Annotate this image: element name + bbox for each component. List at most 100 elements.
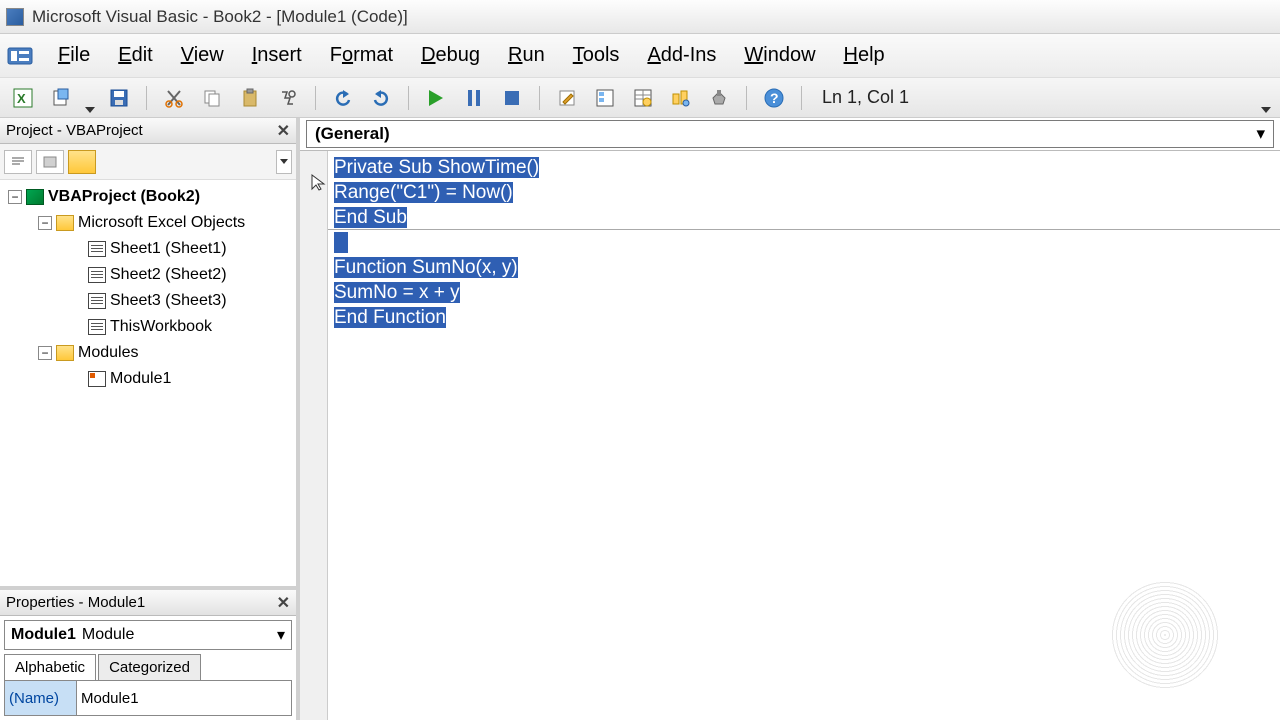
code-line: Function SumNo(x, y) <box>334 257 518 278</box>
combo-value: (General) <box>315 124 390 144</box>
properties-grid[interactable]: (Name) Module1 <box>4 680 292 716</box>
svg-text:X: X <box>17 91 26 106</box>
properties-obj-name: Module1 <box>11 626 76 644</box>
menu-format[interactable]: Format <box>316 40 407 71</box>
insert-dropdown[interactable] <box>84 83 96 113</box>
menu-insert[interactable]: Insert <box>238 40 316 71</box>
tab-alphabetic[interactable]: Alphabetic <box>4 654 96 680</box>
project-explorer-button[interactable] <box>590 83 620 113</box>
toggle-folders-button[interactable] <box>68 150 96 174</box>
procedure-separator <box>328 229 1280 230</box>
sheet-icon <box>88 267 106 283</box>
tree-module1[interactable]: Module1 <box>2 366 294 392</box>
view-object-button[interactable] <box>36 150 64 174</box>
code-gutter[interactable] <box>300 151 328 720</box>
menu-view[interactable]: View <box>167 40 238 71</box>
tree-thisworkbook[interactable]: ThisWorkbook <box>2 314 294 340</box>
menu-file[interactable]: File <box>44 40 104 71</box>
insert-button[interactable] <box>46 83 76 113</box>
module-icon <box>88 371 106 387</box>
svg-text:?: ? <box>770 90 779 106</box>
tree-excel-objects[interactable]: − Microsoft Excel Objects <box>2 210 294 236</box>
properties-pane-title: Properties - Module1 ✕ <box>0 590 296 616</box>
tree-sheet1[interactable]: Sheet1 (Sheet1) <box>2 236 294 262</box>
object-combo[interactable]: (General) ▾ <box>306 120 1274 148</box>
design-mode-button[interactable] <box>552 83 582 113</box>
separator <box>315 86 316 110</box>
help-button[interactable]: ? <box>759 83 789 113</box>
copy-button[interactable] <box>197 83 227 113</box>
tree-item-label: Module1 <box>110 370 171 388</box>
separator <box>146 86 147 110</box>
tree-item-label: Sheet1 (Sheet1) <box>110 240 227 258</box>
code-line: Range("C1") = Now() <box>334 182 513 203</box>
main-area: Project - VBAProject ✕ − VBAProject (Boo… <box>0 118 1280 720</box>
cursor-position: Ln 1, Col 1 <box>814 87 917 108</box>
sheet-icon <box>88 241 106 257</box>
properties-pane: Properties - Module1 ✕ Module1 Module ▾ … <box>0 586 296 720</box>
reset-button[interactable] <box>497 83 527 113</box>
menubar: File Edit View Insert Format Debug Run T… <box>0 34 1280 78</box>
tree-root[interactable]: − VBAProject (Book2) <box>2 184 294 210</box>
titlebar: Microsoft Visual Basic - Book2 - [Module… <box>0 0 1280 34</box>
property-value-cell[interactable]: Module1 <box>77 681 291 715</box>
left-panel: Project - VBAProject ✕ − VBAProject (Boo… <box>0 118 300 720</box>
menu-tools[interactable]: Tools <box>559 40 634 71</box>
folder-icon <box>56 345 74 361</box>
code-line: Private Sub ShowTime() <box>334 157 539 178</box>
collapse-icon[interactable]: − <box>38 216 52 230</box>
paste-button[interactable] <box>235 83 265 113</box>
toolbar-options-dropdown[interactable] <box>1260 83 1272 113</box>
workbook-icon <box>88 319 106 335</box>
menu-edit[interactable]: Edit <box>104 40 166 71</box>
tree-modules[interactable]: − Modules <box>2 340 294 366</box>
window-title: Microsoft Visual Basic - Book2 - [Module… <box>32 7 408 27</box>
properties-window-button[interactable] <box>628 83 658 113</box>
menu-addins[interactable]: Add-Ins <box>633 40 730 71</box>
project-pane-close-button[interactable]: ✕ <box>277 121 290 141</box>
dropdown-icon: ▾ <box>277 625 285 645</box>
collapse-icon[interactable]: − <box>38 346 52 360</box>
folder-icon <box>56 215 74 231</box>
properties-pane-close-button[interactable]: ✕ <box>277 593 290 613</box>
save-button[interactable] <box>104 83 134 113</box>
cut-button[interactable] <box>159 83 189 113</box>
menu-window[interactable]: Window <box>730 40 829 71</box>
separator <box>408 86 409 110</box>
code-editor[interactable]: Private Sub ShowTime() Range("C1") = Now… <box>328 151 1280 720</box>
run-button[interactable] <box>421 83 451 113</box>
find-button[interactable] <box>273 83 303 113</box>
project-toolbar-dropdown[interactable] <box>276 150 292 174</box>
vba-system-icon[interactable] <box>6 42 34 70</box>
menu-help[interactable]: Help <box>830 40 899 71</box>
menu-run[interactable]: Run <box>494 40 559 71</box>
vbaproject-icon <box>26 189 44 205</box>
tab-categorized[interactable]: Categorized <box>98 654 201 680</box>
toolbox-button[interactable] <box>704 83 734 113</box>
toolbar: X ? Ln 1, Col 1 <box>0 78 1280 118</box>
view-code-button[interactable] <box>4 150 32 174</box>
properties-object-selector[interactable]: Module1 Module ▾ <box>4 620 292 650</box>
project-pane-label: Project - VBAProject <box>6 122 143 139</box>
tree-item-label: Sheet2 (Sheet2) <box>110 266 227 284</box>
tree-sheet3[interactable]: Sheet3 (Sheet3) <box>2 288 294 314</box>
properties-pane-label: Properties - Module1 <box>6 594 145 611</box>
properties-obj-type: Module <box>82 626 134 644</box>
tree-root-label: VBAProject (Book2) <box>48 188 200 206</box>
break-button[interactable] <box>459 83 489 113</box>
project-toolbar <box>0 144 296 180</box>
project-tree[interactable]: − VBAProject (Book2) − Microsoft Excel O… <box>0 180 296 586</box>
app-icon <box>6 8 24 26</box>
tree-sheet2[interactable]: Sheet2 (Sheet2) <box>2 262 294 288</box>
code-line: SumNo = x + y <box>334 282 460 303</box>
redo-button[interactable] <box>366 83 396 113</box>
property-name-cell[interactable]: (Name) <box>5 681 77 715</box>
dropdown-icon: ▾ <box>1256 124 1265 144</box>
sheet-icon <box>88 293 106 309</box>
menu-debug[interactable]: Debug <box>407 40 494 71</box>
view-excel-button[interactable]: X <box>8 83 38 113</box>
collapse-icon[interactable]: − <box>8 190 22 204</box>
cursor-icon <box>310 173 328 191</box>
object-browser-button[interactable] <box>666 83 696 113</box>
undo-button[interactable] <box>328 83 358 113</box>
